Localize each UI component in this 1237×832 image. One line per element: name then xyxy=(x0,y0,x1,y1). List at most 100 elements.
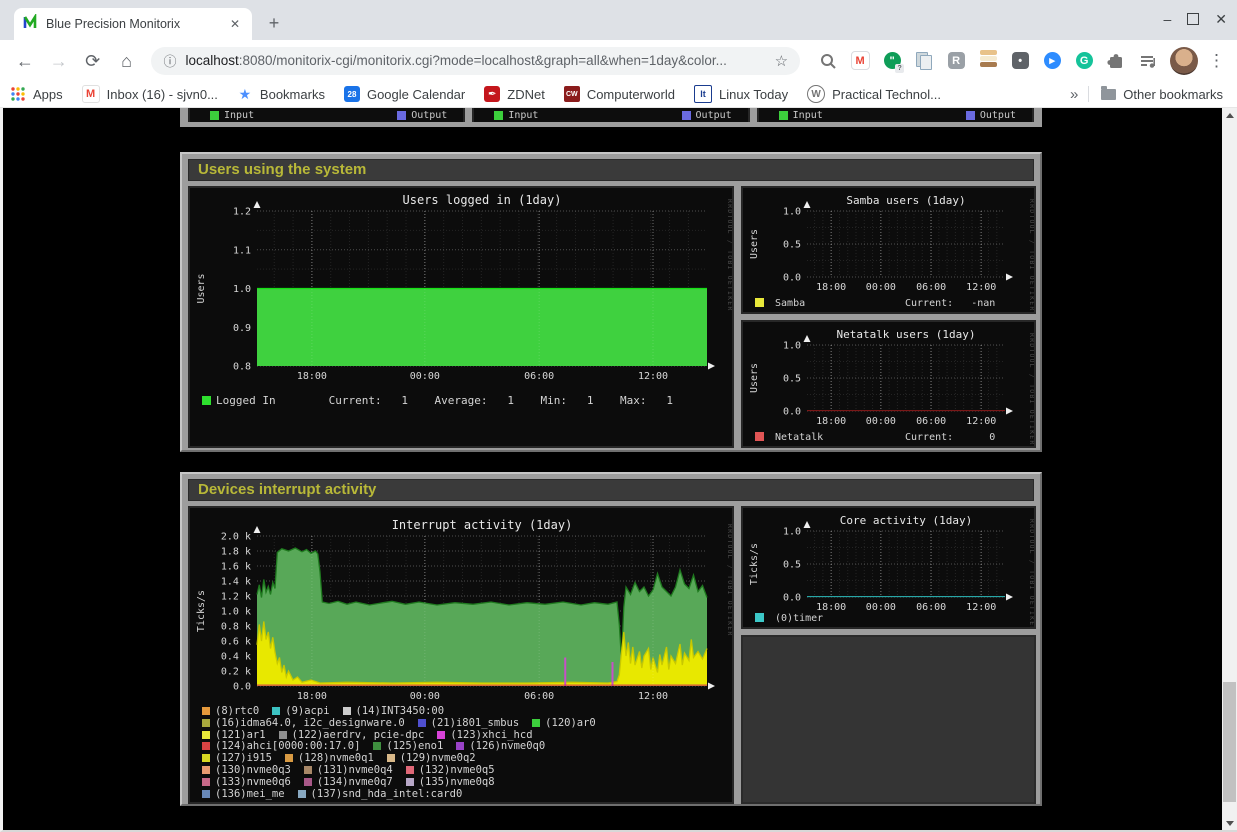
media-playlist-icon[interactable] xyxy=(1136,49,1160,73)
legend-label: (130)nvme0q3 xyxy=(215,764,291,776)
svg-text:12:00: 12:00 xyxy=(966,282,996,293)
hangouts-badge: ? xyxy=(895,64,904,73)
browser-menu-icon[interactable]: ⋮ xyxy=(1208,51,1225,71)
input-label: Input xyxy=(793,110,823,121)
r-app-icon[interactable]: R xyxy=(944,49,968,73)
bookmark-star-icon[interactable]: ☆ xyxy=(775,52,788,70)
browser-tab[interactable]: Blue Precision Monitorix ✕ xyxy=(14,8,252,40)
svg-text:1.0: 1.0 xyxy=(783,527,801,538)
bookmark-item[interactable]: ltLinux Today xyxy=(694,85,788,103)
forward-icon[interactable]: → xyxy=(46,48,72,74)
svg-text:Users: Users xyxy=(196,273,207,303)
scrollbar-up-arrow[interactable] xyxy=(1222,108,1237,122)
section-title-users: Users using the system xyxy=(188,159,1034,181)
password-manager-icon[interactable]: • xyxy=(1008,49,1032,73)
url-host: localhost xyxy=(185,53,238,68)
graph-panel-interrupt-activity[interactable]: 2.0 k1.8 k1.6 k1.4 k1.2 k1.0 k0.8 k0.6 k… xyxy=(188,506,734,804)
page-info-icon[interactable]: ⓘ xyxy=(163,51,176,70)
bookmark-item[interactable]: WPractical Technol... xyxy=(807,85,941,103)
legend-label: (129)nvme0q2 xyxy=(400,752,476,764)
legend-label: (124)ahci[0000:00:17.0] xyxy=(215,740,360,752)
input-label: Input xyxy=(224,110,254,121)
graph-canvas-users-logged-in: 1.21.11.00.90.818:0000:0006:0012:00Users… xyxy=(190,188,732,446)
legend-item: (120)ar0 xyxy=(532,718,596,730)
profile-avatar[interactable] xyxy=(1170,47,1198,75)
graph-canvas-netatalk-users: 1.00.50.018:0000:0006:0012:00Netatalk us… xyxy=(743,322,1034,446)
svg-text:06:00: 06:00 xyxy=(524,691,554,702)
svg-text:1.6 k: 1.6 k xyxy=(221,562,251,573)
legend-label: (133)nvme0q6 xyxy=(215,776,291,788)
browser-window: Blue Precision Monitorix ✕ + – ✕ ← → ⟳ ⌂… xyxy=(0,0,1237,832)
apps-shortcut[interactable]: Apps xyxy=(10,86,63,102)
other-bookmarks[interactable]: Other bookmarks xyxy=(1101,87,1223,102)
input-swatch xyxy=(779,111,788,120)
svg-text:0.5: 0.5 xyxy=(783,374,801,385)
svg-text:Users logged in (1day): Users logged in (1day) xyxy=(403,193,562,207)
legend-label: (128)nvme0q1 xyxy=(298,752,374,764)
cutoff-graph-panel[interactable]: InputOutput xyxy=(757,108,1034,122)
home-icon[interactable]: ⌂ xyxy=(114,48,140,74)
legend-label: (21)i801_smbus xyxy=(431,717,520,729)
scrollbar-down-arrow[interactable] xyxy=(1222,816,1237,830)
search-icon[interactable] xyxy=(816,49,840,73)
books-stack-icon[interactable] xyxy=(976,49,1000,73)
bookmarks-overflow-chevron[interactable]: » xyxy=(1070,86,1078,103)
url-text[interactable]: localhost:8080/monitorix-cgi/monitorix.c… xyxy=(185,53,766,68)
svg-text:00:00: 00:00 xyxy=(410,691,440,702)
svg-text:12:00: 12:00 xyxy=(638,691,668,702)
svg-text:0.0: 0.0 xyxy=(783,407,801,418)
maximize-button[interactable] xyxy=(1187,13,1199,25)
bookmark-item[interactable]: ★Bookmarks xyxy=(237,86,325,102)
zoom-video-glyph: ▸ xyxy=(1044,52,1061,69)
svg-text:Ticks/s: Ticks/s xyxy=(196,590,207,632)
svg-text:0.2 k: 0.2 k xyxy=(221,667,251,678)
svg-text:0.0: 0.0 xyxy=(783,273,801,284)
zoom-video-icon[interactable]: ▸ xyxy=(1040,49,1064,73)
input-swatch xyxy=(210,111,219,120)
legend-swatch xyxy=(418,719,426,727)
copy-pages-icon[interactable] xyxy=(912,49,936,73)
section-users: Users using the system 1.21.11.00.90.818… xyxy=(180,152,1042,452)
svg-text:0.8: 0.8 xyxy=(233,362,251,373)
bookmark-item[interactable]: MInbox (16) - sjvn0... xyxy=(82,85,218,103)
reload-icon[interactable]: ⟳ xyxy=(80,48,106,74)
svg-text:1.0: 1.0 xyxy=(783,207,801,218)
svg-text:RRDTOOL / TOBI OETIKER: RRDTOOL / TOBI OETIKER xyxy=(726,199,732,312)
bookmark-item[interactable]: CWComputerworld xyxy=(564,86,675,102)
svg-text:2.0 k: 2.0 k xyxy=(221,532,251,543)
window-controls: – ✕ xyxy=(1163,9,1227,29)
svg-text:0.0: 0.0 xyxy=(783,593,801,604)
tab-close-icon[interactable]: ✕ xyxy=(226,17,244,31)
graph-panel-netatalk-users[interactable]: 1.00.50.018:0000:0006:0012:00Netatalk us… xyxy=(741,320,1036,448)
legend-item: (136)mei_me xyxy=(202,789,285,801)
legend-swatch xyxy=(202,719,210,727)
cutoff-graph-panel[interactable]: InputOutput xyxy=(188,108,465,122)
legend-swatch xyxy=(202,790,210,798)
wordpress-icon: W xyxy=(807,85,825,103)
minimize-button[interactable]: – xyxy=(1163,9,1171,29)
section-interrupts: Devices interrupt activity 2.0 k1.8 k1.6… xyxy=(180,472,1042,806)
back-icon[interactable]: ← xyxy=(12,48,38,74)
legend-swatch xyxy=(343,707,351,715)
legend-item: (137)snd_hda_intel:card0 xyxy=(298,789,463,801)
extensions-puzzle-icon[interactable] xyxy=(1104,49,1128,73)
grammarly-icon[interactable]: G xyxy=(1072,49,1096,73)
hangouts-icon[interactable]: "? xyxy=(880,49,904,73)
svg-text:00:00: 00:00 xyxy=(866,282,896,293)
cutoff-graph-panel[interactable]: InputOutput xyxy=(472,108,749,122)
close-button[interactable]: ✕ xyxy=(1215,9,1227,29)
gmail-icon[interactable]: M xyxy=(848,49,872,73)
graph-panel-users-logged-in[interactable]: 1.21.11.00.90.818:0000:0006:0012:00Users… xyxy=(188,186,734,448)
page-scrollbar[interactable] xyxy=(1222,108,1237,830)
svg-text:0.6 k: 0.6 k xyxy=(221,637,251,648)
svg-text:Core activity (1day): Core activity (1day) xyxy=(840,514,972,527)
new-tab-button[interactable]: + xyxy=(262,12,286,36)
scrollbar-thumb[interactable] xyxy=(1223,682,1236,802)
legend-swatch xyxy=(279,731,287,739)
graph-panel-samba-users[interactable]: 1.00.50.018:0000:0006:0012:00Samba users… xyxy=(741,186,1036,314)
svg-text:18:00: 18:00 xyxy=(816,602,846,613)
graph-panel-core-activity[interactable]: 1.00.50.018:0000:0006:0012:00Core activi… xyxy=(741,506,1036,629)
bookmark-item[interactable]: ✒ZDNet xyxy=(484,86,545,102)
address-bar[interactable]: ⓘ localhost:8080/monitorix-cgi/monitorix… xyxy=(151,47,800,75)
bookmark-item[interactable]: 28Google Calendar xyxy=(344,86,465,102)
